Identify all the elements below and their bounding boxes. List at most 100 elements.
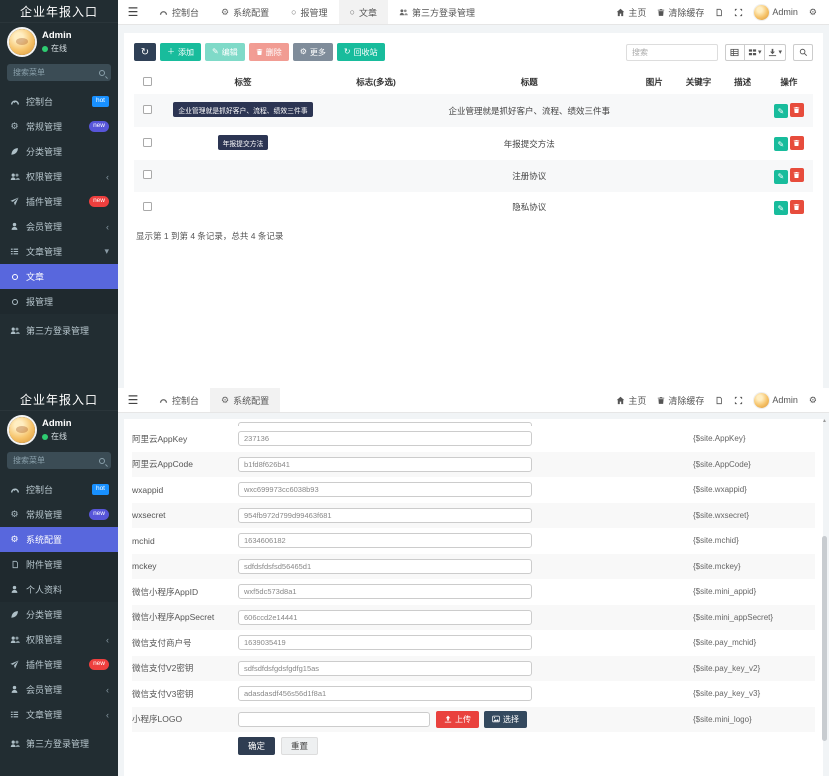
table-row[interactable]: 年报提交方法 年报提交方法 ✎ [134,127,813,160]
file-button[interactable] [715,8,723,17]
row-delete-button[interactable] [790,136,804,150]
pay-mchid-input[interactable] [238,635,532,650]
reset-button[interactable]: 重置 [281,737,318,755]
home-link[interactable]: 主页 [616,6,646,19]
row-delete-button[interactable] [790,168,804,182]
sidebar-item-thirdparty[interactable]: 第三方登录管理 [0,318,118,343]
refresh-button[interactable]: ↻ [134,43,156,61]
export-button[interactable]: ▾ [764,44,786,61]
mini-logo-input[interactable] [238,712,430,727]
row-checkbox[interactable] [143,105,152,114]
delete-button[interactable]: 删除 [249,43,289,61]
menu-search[interactable] [7,64,111,81]
user-menu[interactable]: Admin [754,393,798,408]
avatar[interactable] [9,417,35,443]
scrollbar-thumb[interactable] [822,536,827,741]
tab-config[interactable]: ⚙系统配置 [210,0,280,24]
clear-cache-link[interactable]: 清除缓存 [657,6,704,19]
sidebar-item-article[interactable]: 文章管理 ▾ [0,239,118,264]
sidebar-item-thirdparty[interactable]: 第三方登录管理 [0,731,118,756]
table-row[interactable]: 隐私协议 ✎ [134,192,813,224]
sidebar-item-article[interactable]: 文章管理 ‹ [0,702,118,727]
avatar[interactable] [9,29,35,55]
col-header-description[interactable]: 描述 [721,70,765,94]
sidebar-item-dashboard[interactable]: 控制台 hot [0,477,118,502]
sidebar-item-auth[interactable]: 权限管理 ‹ [0,627,118,652]
choose-button[interactable]: 选择 [484,711,527,728]
scrollbar[interactable]: ▲ [822,418,827,774]
sidebar-item-category[interactable]: 分类管理 [0,602,118,627]
mckey-input[interactable] [238,559,532,574]
brand-title[interactable]: 企业年报入口 [0,388,118,411]
home-link[interactable]: 主页 [616,394,646,407]
wxappid-input[interactable] [238,482,532,497]
tab-thirdparty[interactable]: 第三方登录管理 [388,0,486,24]
brand-title[interactable]: 企业年报入口 [0,0,118,23]
sidebar-item-member[interactable]: 会员管理 ‹ [0,214,118,239]
menu-search[interactable] [7,452,111,469]
pay-key-v2-input[interactable] [238,661,532,676]
tab-dashboard[interactable]: 控制台 [148,388,210,412]
sidebar-item-dashboard[interactable]: 控制台 hot [0,89,118,114]
appkey-input[interactable] [238,431,532,446]
row-edit-button[interactable]: ✎ [774,137,788,151]
table-row[interactable]: 企业管理就是抓好客户、流程、绩效三件事 企业管理就是抓好客户、流程、绩效三件事 … [134,94,813,127]
hamburger-icon[interactable]: ☰ [118,0,148,24]
row-edit-button[interactable]: ✎ [774,170,788,184]
row-edit-button[interactable]: ✎ [774,104,788,118]
tab-article[interactable]: ○文章 [339,0,388,24]
tab-dashboard[interactable]: 控制台 [148,0,210,24]
upload-button[interactable]: 上传 [436,711,479,728]
col-header-title[interactable]: 标题 [426,70,632,94]
sidebar-item-general[interactable]: ⚙ 常规管理 new [0,114,118,139]
settings-button[interactable]: ⚙ [809,395,817,406]
row-checkbox[interactable] [143,170,152,179]
row-edit-button[interactable]: ✎ [774,201,788,215]
recyclebin-button[interactable]: ↻回收站 [337,43,385,61]
select-all-checkbox[interactable] [143,77,152,86]
fullscreen-button[interactable] [734,8,743,17]
edit-button[interactable]: ✎编辑 [205,43,245,61]
sidebar-subitem-profile[interactable]: 个人资料 [0,577,118,602]
col-header-flag[interactable]: 标志(多选) [326,70,426,94]
menu-search-input[interactable] [13,456,91,465]
appcode-input[interactable] [238,457,532,472]
row-delete-button[interactable] [790,103,804,117]
advanced-search-button[interactable] [793,44,813,61]
sidebar-subitem-article[interactable]: 文章 [0,264,118,289]
tab-config[interactable]: ⚙系统配置 [210,388,280,412]
scroll-up-arrow-icon[interactable]: ▲ [822,418,827,424]
user-menu[interactable]: Admin [754,5,798,20]
fullscreen-button[interactable] [734,396,743,405]
settings-button[interactable]: ⚙ [809,7,817,18]
columns-button[interactable]: ▾ [744,44,766,61]
mini-appid-input[interactable] [238,584,532,599]
col-header-tag[interactable]: 标签 [160,70,326,94]
table-row[interactable]: 注册协议 ✎ [134,160,813,192]
row-delete-button[interactable] [790,200,804,214]
wxsecret-input[interactable] [238,508,532,523]
row-checkbox[interactable] [143,138,152,147]
menu-search-input[interactable] [13,68,91,77]
sidebar-item-general[interactable]: ⚙ 常规管理 new [0,502,118,527]
sidebar-item-addon[interactable]: 插件管理 new [0,652,118,677]
sidebar-item-addon[interactable]: 插件管理 new [0,189,118,214]
add-button[interactable]: ＋添加 [160,43,201,61]
sidebar-item-auth[interactable]: 权限管理 ‹ [0,164,118,189]
col-header-keywords[interactable]: 关键字 [676,70,720,94]
sidebar-subitem-attachment[interactable]: 附件管理 [0,552,118,577]
col-header-operate[interactable]: 操作 [765,70,813,94]
sidebar-subitem-report[interactable]: 报管理 [0,289,118,314]
sidebar-item-member[interactable]: 会员管理 ‹ [0,677,118,702]
more-button[interactable]: ⚙更多 [293,43,333,61]
pay-key-v3-input[interactable] [238,686,532,701]
row-checkbox[interactable] [143,202,152,211]
clear-cache-link[interactable]: 清除缓存 [657,394,704,407]
submit-button[interactable]: 确定 [238,737,275,755]
mchid-input[interactable] [238,533,532,548]
file-button[interactable] [715,396,723,405]
sidebar-subitem-config[interactable]: ⚙ 系统配置 [0,527,118,552]
tab-report[interactable]: ○报管理 [280,0,338,24]
toggle-view-button[interactable] [725,44,745,61]
hamburger-icon[interactable]: ☰ [118,388,148,412]
